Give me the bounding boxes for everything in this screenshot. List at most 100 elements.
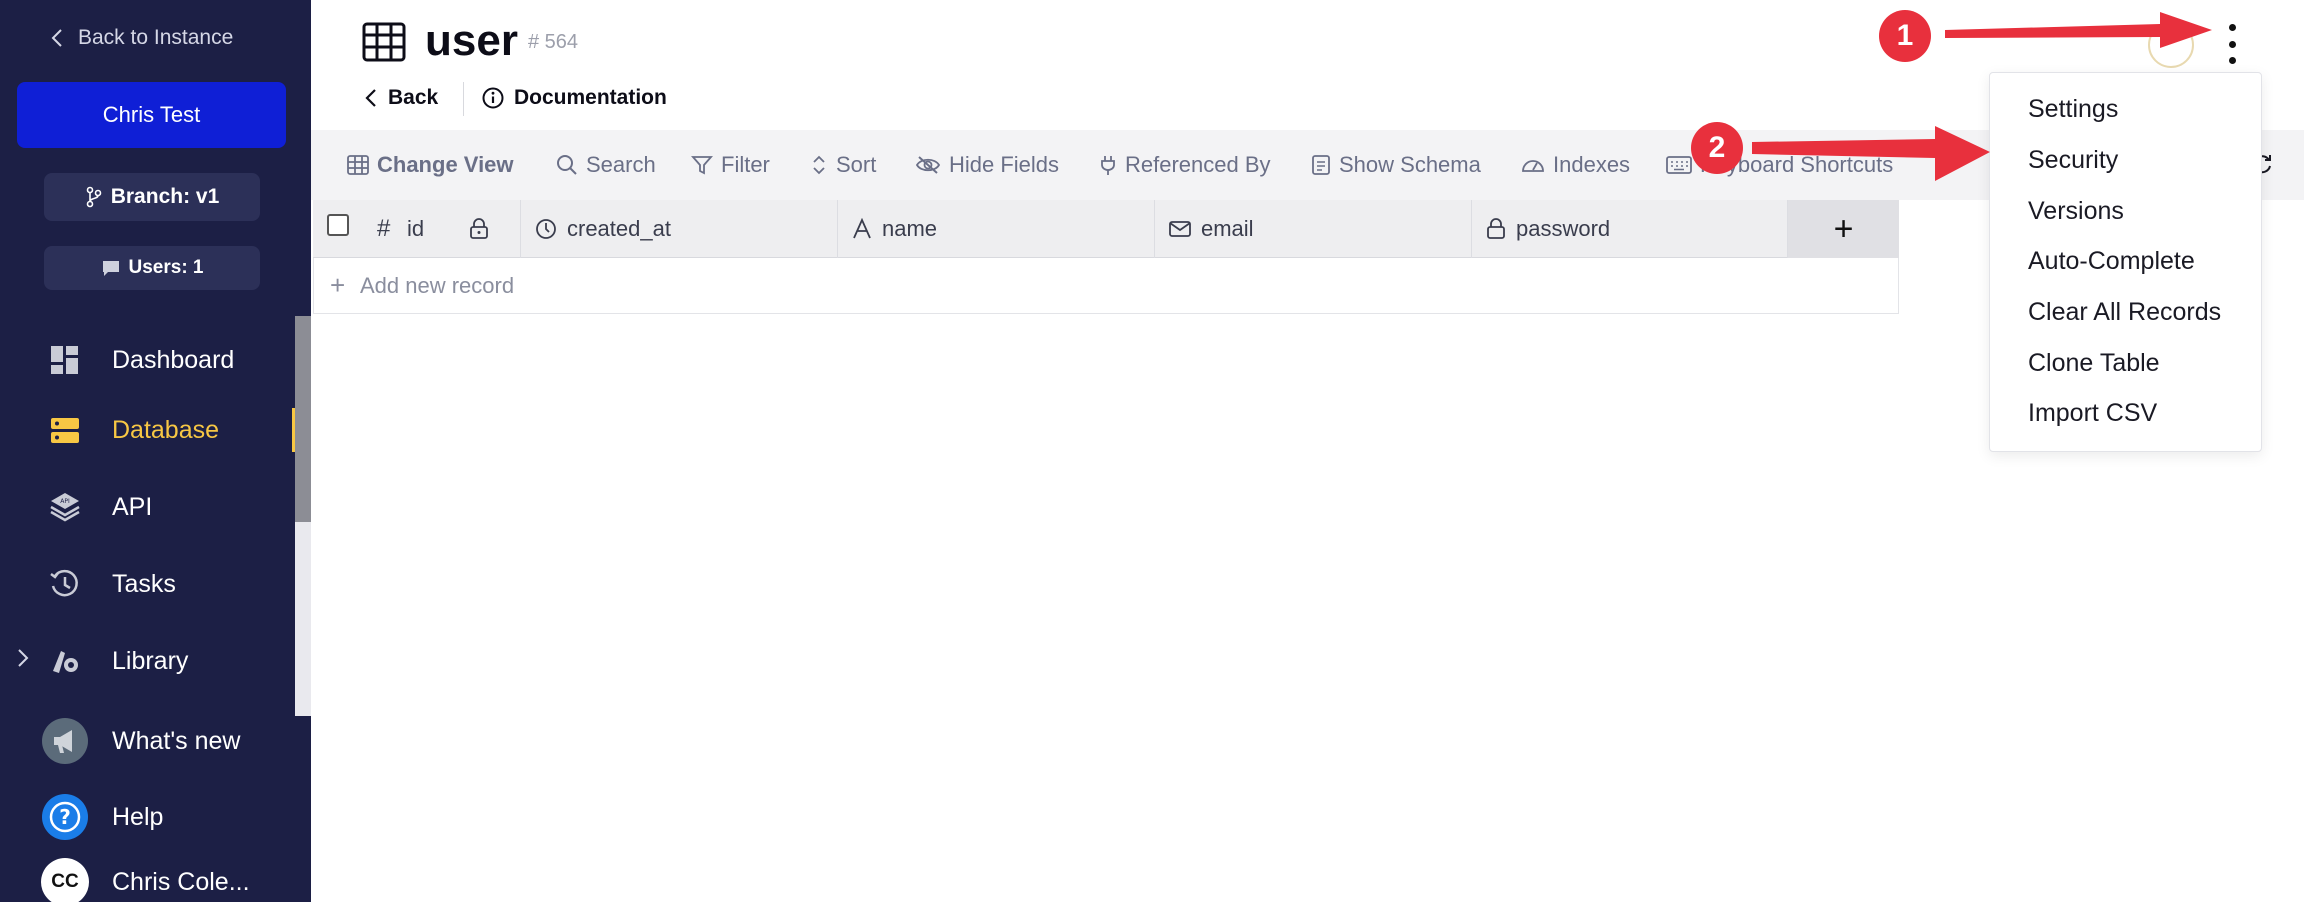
toolbar-label: Hide Fields — [949, 152, 1060, 177]
back-to-instance-link[interactable]: Back to Instance — [50, 26, 233, 50]
add-record-label: Add new record — [360, 272, 515, 298]
filter-icon — [691, 156, 713, 175]
menu-item-clone-table[interactable]: Clone Table — [2028, 349, 2160, 378]
branch-icon — [86, 186, 102, 208]
sidebar-item-tasks[interactable]: Tasks — [0, 554, 295, 614]
sidebar-item-library[interactable]: Library — [0, 631, 295, 691]
menu-item-import-csv[interactable]: Import CSV — [2028, 399, 2157, 428]
eye-off-icon — [915, 156, 941, 174]
toolbar-label: Search — [586, 152, 656, 177]
sidebar-item-label: Library — [112, 646, 189, 675]
toolbar-label: Indexes — [1553, 152, 1631, 177]
show-schema-button[interactable]: Show Schema — [1311, 130, 1481, 200]
avatar-initials: CC — [51, 871, 79, 892]
text-type-icon — [853, 218, 871, 239]
table-icon — [347, 155, 369, 175]
avatar: CC — [41, 858, 89, 902]
sidebar-item-dashboard[interactable]: Dashboard — [0, 330, 295, 390]
back-button[interactable]: Back — [364, 86, 438, 110]
menu-item-security[interactable]: Security — [2028, 146, 2118, 175]
column-header-id[interactable]: # id — [313, 200, 521, 258]
clock-icon — [536, 219, 556, 239]
keyboard-icon — [1666, 156, 1692, 174]
api-icon: API — [48, 490, 82, 524]
column-label: email — [1201, 216, 1254, 241]
add-record-row[interactable]: + Add new record — [313, 258, 1899, 314]
toolbar-label: Filter — [721, 152, 770, 177]
sort-icon — [813, 155, 825, 175]
column-header-password[interactable]: password — [1472, 200, 1788, 258]
menu-item-clear-all-records[interactable]: Clear All Records — [2028, 298, 2221, 327]
chevron-left-icon — [51, 29, 62, 47]
menu-item-versions[interactable]: Versions — [2028, 197, 2124, 226]
select-all-checkbox[interactable] — [327, 214, 349, 236]
history-icon — [48, 567, 82, 601]
library-icon — [48, 644, 82, 678]
sidebar: Back to Instance Chris Test Branch: v1 U… — [0, 0, 311, 902]
sidebar-item-label: API — [112, 492, 153, 521]
sidebar-item-database[interactable]: Database — [0, 400, 295, 460]
svg-text:?: ? — [59, 805, 71, 829]
plug-icon — [1101, 156, 1115, 175]
annotation-step-2-badge: 2 — [1691, 122, 1743, 174]
branch-selector[interactable]: Branch: v1 — [44, 173, 260, 221]
sidebar-user-profile[interactable]: CC Chris Cole... — [0, 852, 295, 902]
back-label: Back — [388, 86, 439, 109]
menu-item-settings[interactable]: Settings — [2028, 95, 2118, 124]
documentation-link[interactable]: Documentation — [482, 86, 667, 110]
column-header-name[interactable]: name — [838, 200, 1155, 258]
menu-item-auto-complete[interactable]: Auto-Complete — [2028, 247, 2195, 276]
indexes-button[interactable]: Indexes — [1521, 130, 1630, 200]
table-id: # 564 — [528, 31, 579, 53]
mail-icon — [1169, 221, 1191, 237]
column-header-created-at[interactable]: created_at — [521, 200, 838, 258]
gauge-icon — [1522, 160, 1544, 172]
documentation-label: Documentation — [514, 86, 667, 109]
sidebar-item-label: Database — [112, 415, 220, 444]
branch-label: Branch: v1 — [110, 185, 220, 208]
referenced-by-button[interactable]: Referenced By — [1099, 130, 1271, 200]
plus-icon: + — [330, 270, 346, 300]
instance-button[interactable]: Chris Test — [17, 82, 286, 148]
chevron-left-icon — [365, 89, 376, 107]
sidebar-item-label: Tasks — [112, 569, 176, 598]
document-icon — [1312, 155, 1330, 175]
column-label: password — [1516, 216, 1611, 241]
annotation-step-1-badge: 1 — [1879, 10, 1931, 62]
hash-icon: # — [377, 215, 391, 242]
megaphone-icon — [41, 717, 89, 765]
info-icon — [482, 87, 504, 109]
sidebar-scrollbar-thumb[interactable] — [295, 316, 311, 522]
table-icon — [362, 22, 406, 67]
users-indicator[interactable]: Users: 1 — [44, 246, 260, 290]
back-to-instance-label: Back to Instance — [78, 26, 234, 49]
user-name: Chris Cole... — [112, 867, 250, 896]
sidebar-item-label: Help — [112, 802, 164, 831]
more-options-icon[interactable] — [2220, 24, 2244, 64]
grid-header: # id created_at name email password + — [313, 200, 1899, 258]
header-divider — [463, 82, 464, 116]
column-label: created_at — [567, 216, 671, 241]
sidebar-item-label: Dashboard — [112, 345, 235, 374]
column-label: id — [407, 216, 425, 241]
sidebar-item-api[interactable]: API API — [0, 477, 295, 537]
collaborator-avatar[interactable] — [2148, 22, 2194, 68]
toolbar-label: Show Schema — [1339, 152, 1481, 177]
toolbar-label: Change View — [377, 152, 514, 177]
chevron-right-icon[interactable] — [16, 647, 30, 676]
lock-icon — [470, 218, 488, 239]
sidebar-item-help[interactable]: ? Help — [0, 787, 295, 847]
lock-icon — [1487, 218, 1505, 239]
toolbar-label: Sort — [836, 152, 877, 177]
filter-button[interactable]: Filter — [691, 130, 770, 200]
sort-button[interactable]: Sort — [810, 130, 876, 200]
add-column-button[interactable]: + — [1788, 200, 1899, 258]
search-button[interactable]: Search — [556, 130, 656, 200]
change-view-button[interactable]: Change View — [347, 130, 514, 200]
column-header-email[interactable]: email — [1155, 200, 1472, 258]
users-label: Users: 1 — [128, 257, 204, 278]
hide-fields-button[interactable]: Hide Fields — [915, 130, 1059, 200]
sidebar-item-label: What's new — [112, 726, 241, 755]
database-icon — [48, 413, 82, 447]
sidebar-item-whats-new[interactable]: What's new — [0, 711, 295, 771]
